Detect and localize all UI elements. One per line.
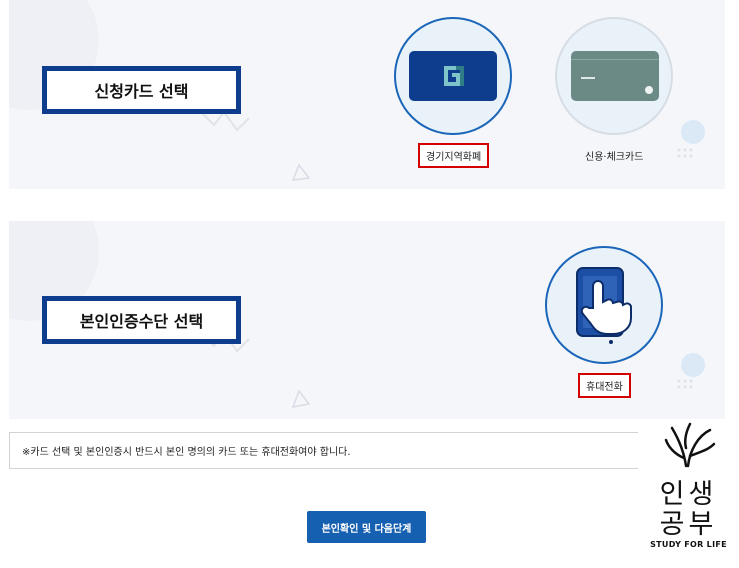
notice-text: ※카드 선택 및 본인인증시 반드시 본인 명의의 카드 또는 휴대전화여야 합… <box>9 432 638 469</box>
verify-next-step-button[interactable]: 본인확인 및 다음단계 <box>307 511 426 543</box>
credit-check-card-option[interactable] <box>555 17 673 135</box>
gyeonggi-card-option[interactable] <box>394 17 512 135</box>
mobile-phone-caption[interactable]: 휴대전화 <box>578 373 631 398</box>
auth-method-panel: 본인인증수단 선택 휴대전화 <box>9 221 725 419</box>
gyeonggi-card-caption[interactable]: 경기지역화폐 <box>418 143 490 168</box>
mobile-phone-option[interactable] <box>545 246 663 364</box>
credit-card-icon <box>571 51 659 101</box>
card-selection-panel: 신청카드 선택 경기지역화폐 신용·체크카드 <box>9 0 725 189</box>
auth-section-label: 본인인증수단 선택 <box>42 296 241 344</box>
credit-check-card-caption[interactable]: 신용·체크카드 <box>585 148 643 163</box>
card-section-label: 신청카드 선택 <box>42 66 241 114</box>
leaf-logo-icon <box>664 422 716 468</box>
watermark-line3: STUDY FOR LIFE <box>650 540 727 549</box>
watermark-line2: 공부 <box>659 509 718 540</box>
mobile-phone-icon <box>576 267 633 344</box>
gyeonggi-local-currency-card-icon <box>409 51 497 101</box>
watermark: 인생 공부 STUDY FOR LIFE <box>638 420 739 568</box>
